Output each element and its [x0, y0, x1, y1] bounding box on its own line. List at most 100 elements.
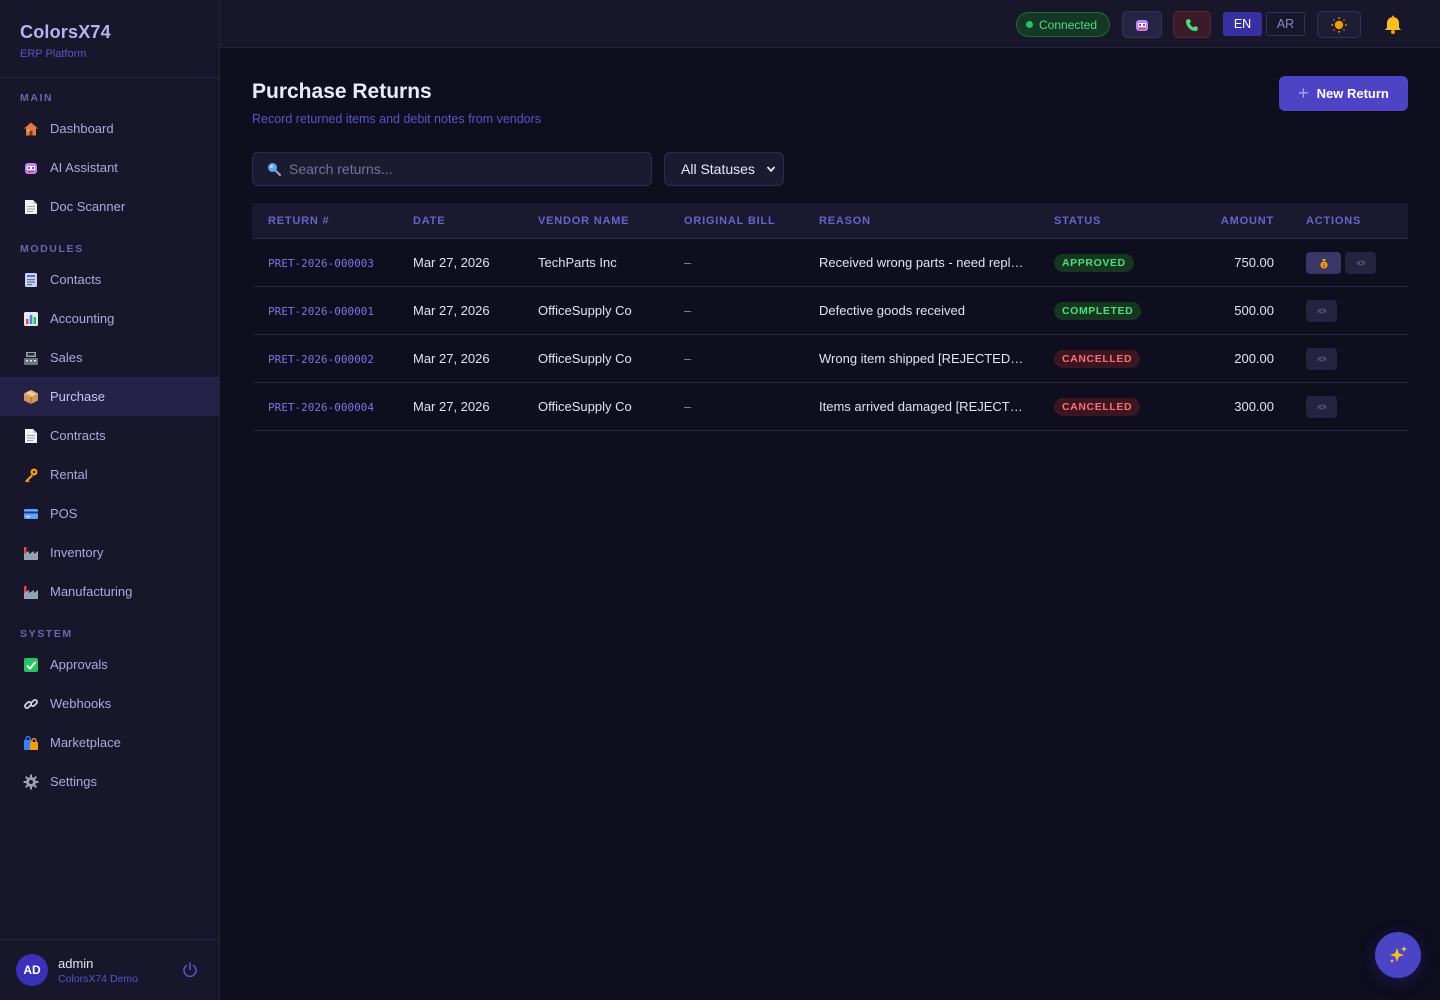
vendor-name: OfficeSupply Co	[538, 303, 632, 318]
eye-icon	[1317, 404, 1326, 409]
robot-icon	[22, 159, 40, 177]
language-en-button[interactable]: EN	[1223, 12, 1262, 36]
avatar[interactable]: AD	[16, 954, 48, 986]
column-header-date[interactable]: DATE	[413, 215, 538, 227]
row-actions	[1274, 395, 1408, 418]
sidebar-item-contracts[interactable]: Contracts	[0, 416, 219, 455]
sidebar-item-label: Marketplace	[50, 735, 121, 750]
column-header-original-bill[interactable]: ORIGINAL BILL	[684, 215, 819, 227]
sidebar-item-marketplace[interactable]: Marketplace	[0, 723, 219, 762]
sidebar-item-label: Sales	[50, 350, 83, 365]
call-button[interactable]	[1173, 11, 1211, 38]
logout-button[interactable]	[181, 961, 199, 979]
link-icon	[22, 695, 40, 713]
return-reason: Items arrived damaged [REJECTED]	[819, 399, 1024, 414]
return-date: Mar 27, 2026	[413, 399, 490, 414]
view-button[interactable]	[1306, 299, 1337, 322]
sidebar-item-label: Contacts	[50, 272, 102, 287]
sidebar-item-ai-assistant[interactable]: AI Assistant	[0, 148, 219, 187]
table-row[interactable]: PRET-2026-000004 Mar 27, 2026 OfficeSupp…	[252, 383, 1408, 431]
key-icon	[22, 466, 40, 484]
ai-sparkle-button[interactable]	[1375, 932, 1421, 978]
sidebar-item-inventory[interactable]: Inventory	[0, 533, 219, 572]
sidebar-item-purchase[interactable]: Purchase	[0, 377, 219, 416]
sidebar-item-webhooks[interactable]: Webhooks	[0, 684, 219, 723]
vendor-name: TechParts Inc	[538, 255, 617, 270]
brand-title: ColorsX74	[20, 22, 111, 42]
house-icon	[22, 120, 40, 138]
notifications-button[interactable]	[1375, 11, 1411, 38]
status-badge: APPROVED	[1054, 253, 1134, 272]
original-bill: –	[684, 399, 692, 414]
gear-icon	[22, 773, 40, 791]
sidebar-item-label: Approvals	[50, 657, 108, 672]
sidebar-item-label: Contracts	[50, 428, 106, 443]
return-date: Mar 27, 2026	[413, 303, 490, 318]
chevron-down-icon	[766, 166, 776, 173]
return-reason: Defective goods received	[819, 303, 965, 318]
view-button[interactable]	[1306, 395, 1337, 418]
search-input[interactable]	[289, 161, 629, 177]
column-header-status[interactable]: STATUS	[1054, 215, 1164, 227]
status-filter-select[interactable]: All Statuses	[664, 152, 784, 186]
status-filter-value: All Statuses	[681, 161, 755, 177]
sidebar-item-label: Dashboard	[50, 121, 114, 136]
user-area: AD admin ColorsX74 Demo	[0, 939, 219, 1000]
return-amount: 200.00	[1234, 351, 1274, 366]
returns-table: RETURN # DATE VENDOR NAME ORIGINAL BILL …	[252, 203, 1408, 431]
new-return-button[interactable]: + New Return	[1279, 76, 1408, 111]
row-actions	[1274, 299, 1408, 322]
theme-toggle-button[interactable]	[1317, 11, 1361, 38]
page-subtitle: Record returned items and debit notes fr…	[252, 112, 542, 126]
column-header-vendor[interactable]: VENDOR NAME	[538, 215, 684, 227]
column-header-return[interactable]: RETURN #	[252, 215, 413, 227]
return-number-link[interactable]: PRET-2026-000003	[268, 257, 374, 270]
refund-button[interactable]: $	[1306, 251, 1341, 274]
bell-icon	[1385, 15, 1401, 34]
return-number-link[interactable]: PRET-2026-000002	[268, 353, 374, 366]
view-button[interactable]	[1306, 347, 1337, 370]
return-reason: Wrong item shipped [REJECTED] ...	[819, 351, 1024, 366]
new-return-label: New Return	[1316, 86, 1389, 101]
sidebar-item-label: Manufacturing	[50, 584, 133, 599]
user-info: admin ColorsX74 Demo	[58, 956, 138, 985]
factory-icon	[22, 583, 40, 601]
user-name: admin	[58, 955, 94, 971]
connection-label: Connected	[1039, 17, 1098, 32]
table-row[interactable]: PRET-2026-000003 Mar 27, 2026 TechParts …	[252, 239, 1408, 287]
row-actions	[1274, 347, 1408, 370]
return-number-link[interactable]: PRET-2026-000004	[268, 401, 374, 414]
brand-subtitle: ERP Platform	[20, 48, 87, 60]
view-button[interactable]	[1345, 251, 1376, 274]
column-header-reason[interactable]: REASON	[819, 215, 1054, 227]
bar-chart-icon	[22, 310, 40, 328]
table-row[interactable]: PRET-2026-000002 Mar 27, 2026 OfficeSupp…	[252, 335, 1408, 383]
sidebar-item-dashboard[interactable]: Dashboard	[0, 109, 219, 148]
sidebar-item-accounting[interactable]: Accounting	[0, 299, 219, 338]
sidebar-item-sales[interactable]: Sales	[0, 338, 219, 377]
contacts-card-icon	[22, 271, 40, 289]
return-date: Mar 27, 2026	[413, 255, 490, 270]
sidebar-item-doc-scanner[interactable]: Doc Scanner	[0, 187, 219, 226]
sidebar-item-settings[interactable]: Settings	[0, 762, 219, 801]
table-row[interactable]: PRET-2026-000001 Mar 27, 2026 OfficeSupp…	[252, 287, 1408, 335]
connection-status: Connected	[1016, 12, 1110, 37]
sidebar-item-label: Settings	[50, 774, 97, 789]
column-header-amount[interactable]: AMOUNT	[1164, 215, 1274, 227]
sidebar-item-label: Inventory	[50, 545, 104, 560]
column-header-actions: ACTIONS	[1306, 214, 1362, 227]
ai-assistant-button[interactable]	[1122, 11, 1162, 38]
eye-icon	[1317, 356, 1326, 361]
sidebar-item-rental[interactable]: Rental	[0, 455, 219, 494]
language-ar-button[interactable]: AR	[1266, 12, 1305, 36]
sidebar-item-contacts[interactable]: Contacts	[0, 260, 219, 299]
sidebar-item-pos[interactable]: POS	[0, 494, 219, 533]
section-label-system: SYSTEM	[20, 628, 73, 640]
sidebar: ColorsX74 ERP Platform MAIN Dashboard AI…	[0, 0, 220, 1000]
status-badge: CANCELLED	[1054, 349, 1141, 368]
sidebar-item-approvals[interactable]: Approvals	[0, 645, 219, 684]
sidebar-item-manufacturing[interactable]: Manufacturing	[0, 572, 219, 611]
robot-icon	[1136, 19, 1148, 31]
return-number-link[interactable]: PRET-2026-000001	[268, 305, 374, 318]
row-actions: $	[1274, 251, 1408, 274]
